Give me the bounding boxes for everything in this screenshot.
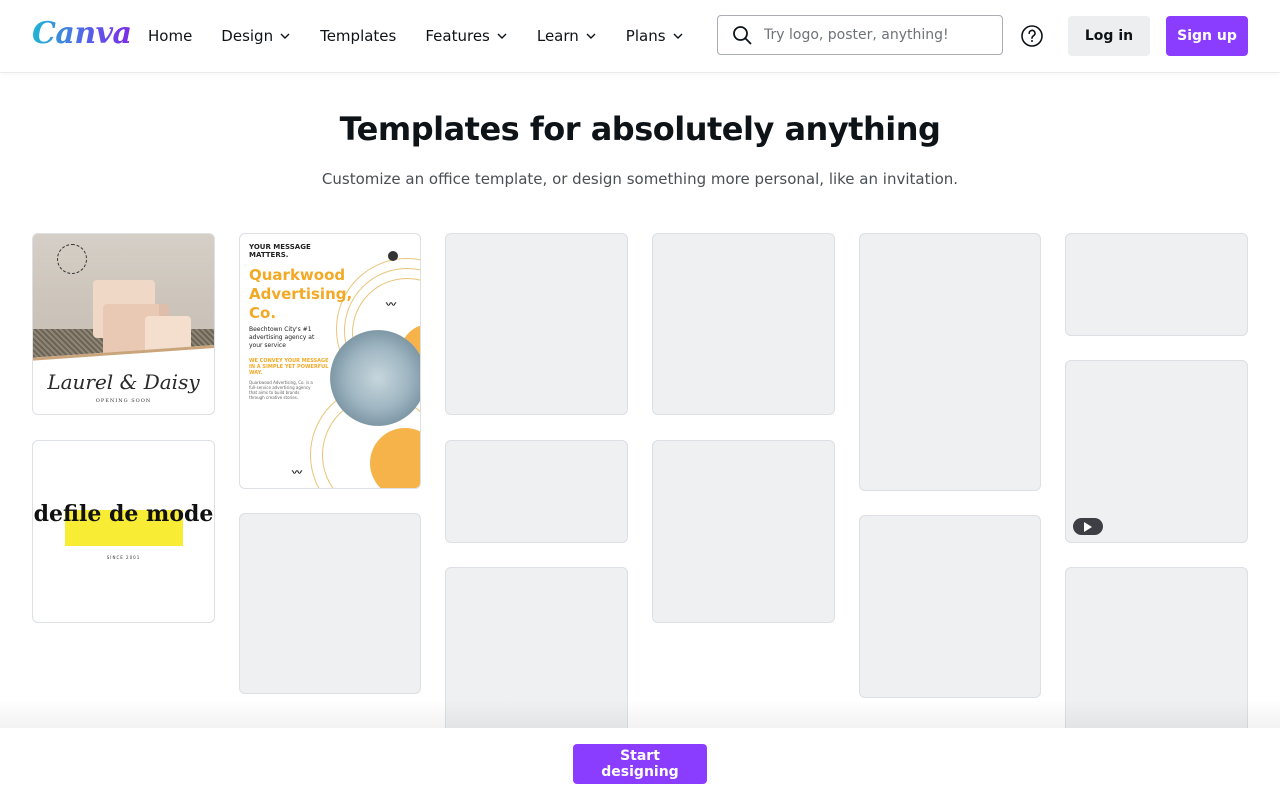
badge-ring [57, 244, 87, 274]
site-header: Canva Home Design Templates Features Lea… [0, 0, 1280, 72]
nav-item-label: Home [148, 27, 193, 45]
video-badge [1073, 518, 1103, 535]
canva-logo[interactable]: Canva [32, 14, 132, 54]
page-title: Templates for absolutely anything [339, 110, 941, 148]
chevron-down-icon [673, 33, 683, 39]
template-card-video[interactable] [1065, 360, 1248, 543]
succulent-image [330, 330, 420, 426]
template-card-placeholder[interactable] [239, 513, 421, 694]
help-icon[interactable] [1020, 24, 1044, 48]
template-card-placeholder[interactable] [859, 233, 1041, 491]
chevron-down-icon [280, 33, 290, 39]
search-box[interactable] [717, 15, 1003, 55]
nav-item-home[interactable]: Home [148, 16, 192, 56]
template-headline: defile de mode [33, 501, 214, 527]
template-card-placeholder[interactable] [445, 233, 628, 415]
template-card-advertising[interactable]: 〰 〰 YOUR MESSAGE MATTERS. Quarkwood Adve… [239, 233, 421, 489]
page-subtitle: Customize an office template, or design … [321, 170, 959, 188]
start-designing-button[interactable]: Start designing [573, 744, 707, 784]
template-small-text: OPENING SOON [95, 398, 152, 404]
nav-item-label: Features [425, 27, 490, 45]
nav-item-label: Design [221, 27, 274, 45]
nav-item-plans[interactable]: Plans [626, 16, 684, 56]
play-icon [1084, 522, 1092, 532]
template-description: Quarkwood Advertising, Co. is a full-ser… [249, 380, 313, 400]
nav-item-templates[interactable]: Templates [320, 16, 396, 56]
nav-item-learn[interactable]: Learn [537, 16, 597, 56]
search-input[interactable] [762, 26, 996, 44]
nav-item-features[interactable]: Features [425, 16, 508, 56]
nav-item-label: Templates [320, 27, 397, 45]
template-tagline: Beechtown City's #1 advertising agency a… [249, 326, 315, 349]
signup-button[interactable]: Sign up [1166, 16, 1248, 56]
nav-item-label: Learn [536, 27, 579, 45]
template-card-defile[interactable]: defile de mode SINCE 2001 [32, 440, 215, 623]
template-convey: WE CONVEY YOUR MESSAGE IN A SIMPLE YET P… [249, 358, 329, 376]
template-card-placeholder[interactable] [859, 515, 1041, 698]
main-nav: Home Design Templates Features Learn Pla… [148, 0, 713, 72]
nav-item-design[interactable]: Design [221, 16, 291, 56]
template-card-placeholder[interactable] [652, 440, 835, 623]
login-button[interactable]: Log in [1068, 16, 1150, 56]
decor-squiggle: 〰 [292, 468, 302, 479]
template-card-placeholder[interactable] [445, 440, 628, 543]
template-card-placeholder[interactable] [652, 233, 835, 415]
nav-item-label: Plans [625, 27, 666, 45]
template-card-soap[interactable]: Laurel & Daisy OPENING SOON [32, 233, 215, 415]
template-message: YOUR MESSAGE MATTERS. [249, 243, 311, 259]
chevron-down-icon [586, 33, 596, 39]
template-since-text: SINCE 2001 [106, 555, 141, 560]
search-icon [733, 26, 752, 45]
template-card-placeholder[interactable] [1065, 233, 1248, 336]
decor-dot [388, 251, 398, 261]
chevron-down-icon [497, 33, 507, 39]
template-script-text: Laurel & Daisy [47, 370, 200, 394]
template-headline: Quarkwood Advertising, Co. [249, 266, 353, 322]
decor-squiggle: 〰 [386, 300, 396, 311]
bottom-fade [0, 700, 1280, 728]
